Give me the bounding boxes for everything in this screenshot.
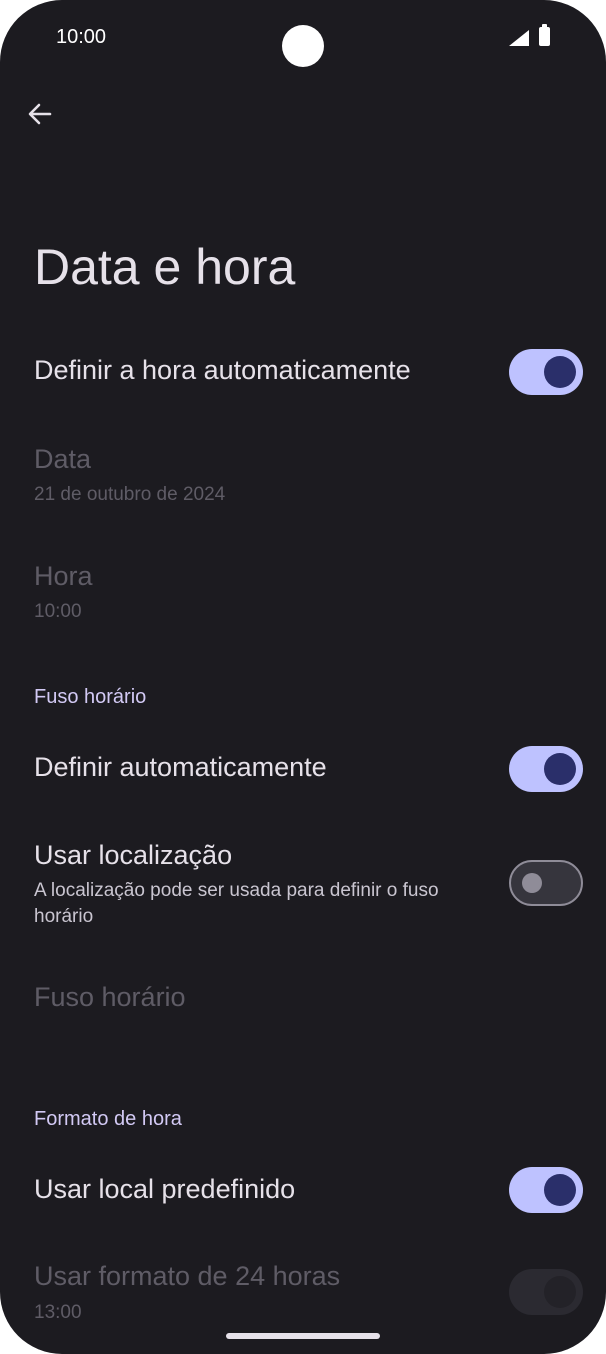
- auto-time-label[interactable]: Definir a hora automaticamente: [34, 355, 411, 386]
- auto-time-toggle[interactable]: [509, 349, 583, 395]
- locale-default-toggle[interactable]: [509, 1167, 583, 1213]
- auto-timezone-label[interactable]: Definir automaticamente: [34, 752, 327, 783]
- timezone-section-header: Fuso horário: [34, 686, 147, 708]
- toggle-knob: [522, 873, 542, 893]
- battery-icon: [539, 24, 550, 46]
- toggle-knob: [544, 356, 576, 388]
- date-value: 21 de outubro de 2024: [34, 484, 226, 505]
- auto-timezone-toggle[interactable]: [509, 746, 583, 792]
- use-location-summary: A localização pode ser usada para defini…: [34, 880, 439, 927]
- date-label: Data: [34, 444, 92, 474]
- time-label: Hora: [34, 561, 93, 591]
- locale-default-label[interactable]: Usar local predefinido: [34, 1174, 295, 1205]
- timezone-label: Fuso horário: [34, 982, 186, 1012]
- gesture-home-bar[interactable]: [226, 1333, 380, 1339]
- format-section-header: Formato de hora: [34, 1108, 182, 1130]
- status-time: 10:00: [56, 26, 107, 48]
- format-24h-label: Usar formato de 24 horas: [34, 1261, 341, 1291]
- arrow-back-icon[interactable]: [24, 98, 56, 130]
- use-location-label[interactable]: Usar localização: [34, 840, 232, 871]
- toggle-knob: [544, 1276, 576, 1308]
- use-location-toggle[interactable]: [509, 860, 583, 906]
- time-value: 10:00: [34, 601, 82, 622]
- phone-screen: 10:00 Data e hora Definir a hora automat…: [0, 0, 606, 1354]
- page-title: Data e hora: [34, 239, 296, 295]
- format-24h-toggle: [509, 1269, 583, 1315]
- camera-cutout: [282, 25, 324, 67]
- toggle-knob: [544, 1174, 576, 1206]
- toggle-knob: [544, 753, 576, 785]
- signal-icon: [509, 30, 529, 46]
- format-24h-example: 13:00: [34, 1302, 82, 1323]
